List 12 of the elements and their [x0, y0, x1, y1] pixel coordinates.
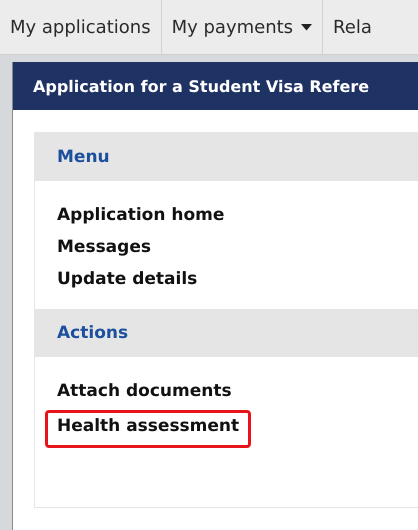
caret-icon: [301, 24, 312, 30]
menu-link[interactable]: Health assessment: [45, 410, 252, 448]
menu-link[interactable]: Application home: [45, 202, 236, 228]
nav-tab[interactable]: My payments: [162, 0, 324, 54]
panel-title: Application for a Student Visa Refere: [33, 76, 370, 96]
section-title: Actions: [57, 323, 128, 343]
section-title: Menu: [57, 147, 110, 167]
menu-link[interactable]: Messages: [45, 234, 163, 260]
nav-tab[interactable]: My applications: [0, 0, 162, 54]
nav-tab[interactable]: Rela: [323, 0, 382, 54]
menu-link[interactable]: Update details: [45, 266, 210, 292]
menu-link[interactable]: Attach documents: [45, 378, 244, 404]
